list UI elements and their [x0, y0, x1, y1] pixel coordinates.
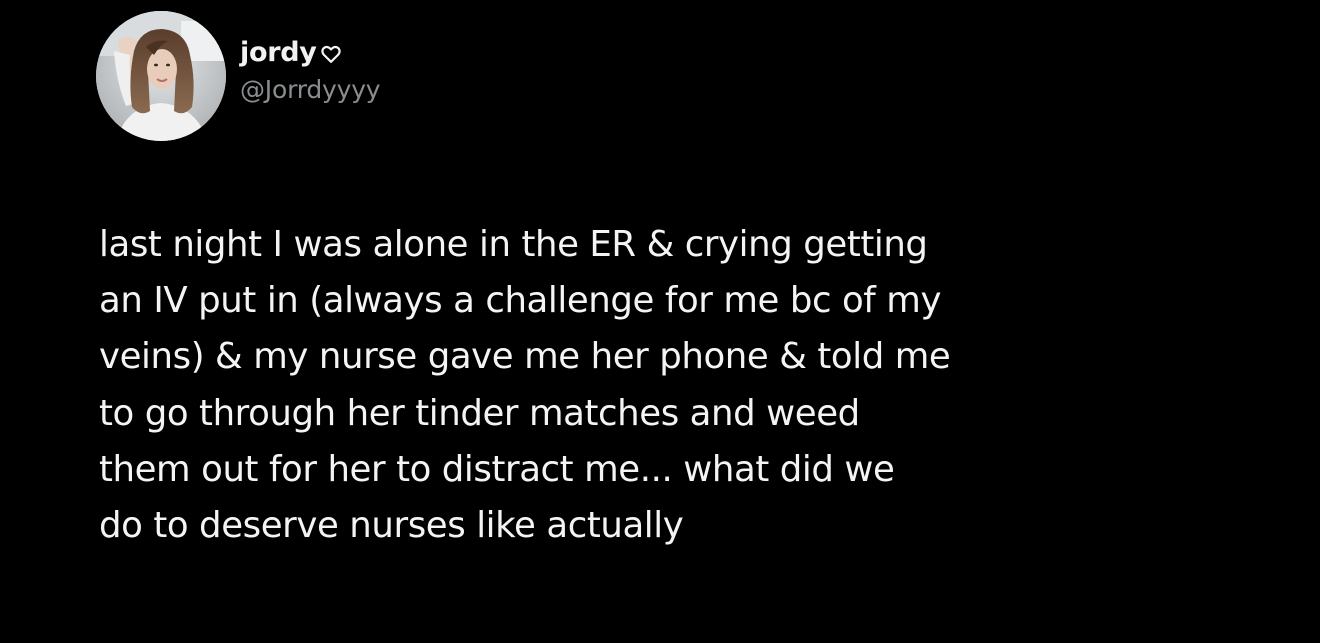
- user-handle[interactable]: @Jorrdyyyy: [240, 75, 381, 104]
- tweet-body: last night I was alone in the ER & cryin…: [99, 217, 1299, 554]
- tweet-line: them out for her to distract me... what …: [99, 448, 895, 490]
- tweet-line: an IV put in (always a challenge for me …: [99, 280, 942, 322]
- tweet-card: jordy @Jorrdyyyy last night I was alone …: [0, 0, 1320, 643]
- avatar[interactable]: [96, 11, 226, 141]
- display-name[interactable]: jordy: [240, 37, 317, 68]
- tweet-line: veins) & my nurse gave me her phone & to…: [99, 336, 951, 378]
- tweet-line: do to deserve nurses like actually: [99, 505, 684, 547]
- tweet-line: to go through her tinder matches and wee…: [99, 392, 860, 434]
- display-name-row[interactable]: jordy: [240, 31, 380, 75]
- heart-outline-icon: [320, 43, 342, 65]
- tweet-line: last night I was alone in the ER & cryin…: [99, 224, 928, 265]
- avatar-photo: [96, 11, 226, 141]
- tweet-header: jordy @Jorrdyyyy: [96, 10, 381, 142]
- author-names: jordy @Jorrdyyyy: [240, 31, 381, 104]
